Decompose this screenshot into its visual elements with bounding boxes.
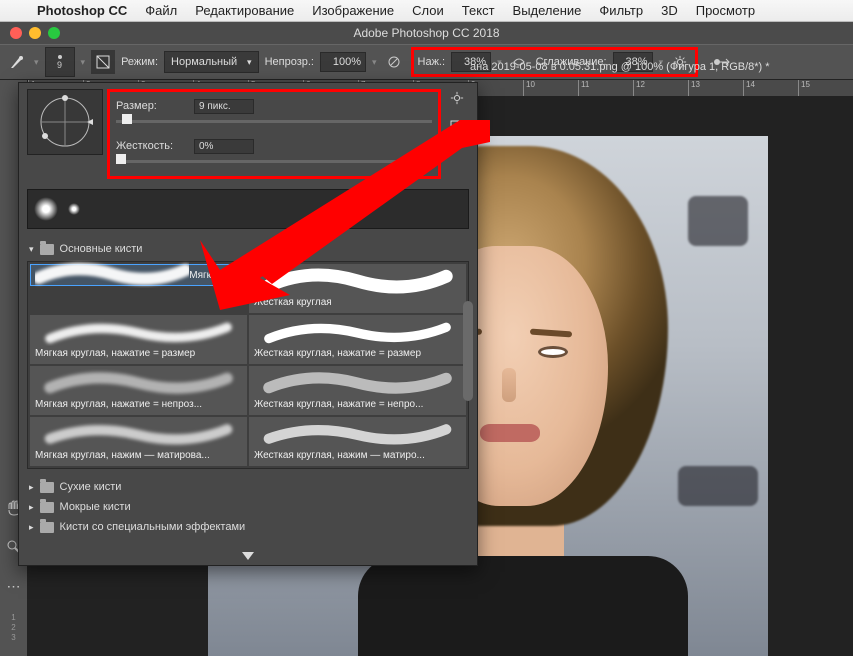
panel-scrollbar[interactable] [463, 301, 475, 537]
mac-menubar: Photoshop CC Файл Редактирование Изображ… [0, 0, 853, 22]
menu-3d[interactable]: 3D [652, 3, 687, 18]
ruler-numbers: 123 [11, 613, 15, 643]
folder-fx-brushes[interactable]: ▸ Кисти со специальными эффектами [27, 517, 469, 537]
disclosure-right-icon: ▸ [29, 522, 34, 533]
new-preset-icon[interactable] [450, 120, 464, 137]
recent-brushes-strip[interactable] [27, 189, 469, 229]
recent-brush-2[interactable] [68, 203, 80, 215]
folder-icon [40, 244, 54, 255]
opacity-input[interactable]: 100% [320, 52, 366, 72]
menu-filter[interactable]: Фильтр [590, 3, 652, 18]
recent-brush-1[interactable] [34, 197, 58, 221]
pressure-opacity-icon[interactable] [383, 51, 405, 73]
opacity-chevron-icon[interactable]: ▾ [372, 57, 377, 68]
blend-mode-value: Нормальный [171, 56, 241, 68]
app-title: Adobe Photoshop CC 2018 [353, 26, 499, 40]
menu-layers[interactable]: Слои [403, 3, 453, 18]
brush-thumb-hard-round[interactable]: Жесткая круглая [249, 264, 466, 313]
folder-icon [40, 482, 54, 493]
menu-edit[interactable]: Редактирование [186, 3, 303, 18]
mode-label: Режим: [121, 56, 158, 68]
menu-text[interactable]: Текст [453, 3, 504, 18]
app-titlebar: Adobe Photoshop CC 2018 [0, 22, 853, 44]
brush-tip-angle-preview[interactable] [27, 89, 103, 155]
folder-icon [40, 502, 54, 513]
brush-tool-icon[interactable] [6, 51, 28, 73]
brush-thumb-soft-round-pressure-size[interactable]: Мягкая круглая, нажатие = размер [30, 315, 247, 364]
window-controls [0, 27, 60, 39]
brush-thumbnails-grid: Мягкая круглая Жесткая круглая Мягкая кр… [27, 261, 469, 469]
brush-thumb-soft-round-pressure-opacity[interactable]: Мягкая круглая, нажатие = непроз... [30, 366, 247, 415]
brush-preset-panel: Размер: 9 пикс. Жесткость: 0% [18, 82, 478, 566]
flow-label: Наж.: [418, 56, 446, 68]
disclosure-right-icon: ▸ [29, 482, 34, 493]
size-slider[interactable] [116, 114, 432, 128]
brush-panel-toggle-icon[interactable] [91, 50, 115, 74]
document-tab-title[interactable]: ана 2019-05-08 в 0.05.31.png @ 100% (Фиг… [470, 61, 770, 73]
hardness-slider[interactable] [116, 154, 432, 168]
disclosure-down-icon: ▾ [29, 244, 34, 255]
brush-tree: ▾ Основные кисти Мягкая круглая Жесткая … [19, 235, 477, 547]
folder-main-brushes[interactable]: ▾ Основные кисти [27, 239, 469, 259]
blend-mode-select[interactable]: Нормальный ▾ [164, 51, 259, 73]
brush-thumb-hard-round-matte[interactable]: Жесткая круглая, нажим — матиро... [249, 417, 466, 466]
opacity-label: Непрозр.: [265, 56, 314, 68]
folder-dry-brushes[interactable]: ▸ Сухие кисти [27, 477, 469, 497]
menu-image[interactable]: Изображение [303, 3, 403, 18]
folder-wet-brushes[interactable]: ▸ Мокрые кисти [27, 497, 469, 517]
brush-size-number: 9 [57, 60, 62, 70]
folder-label: Основные кисти [60, 243, 143, 255]
zoom-window-button[interactable] [48, 27, 60, 39]
brush-preset-picker[interactable]: 9 [45, 47, 75, 77]
panel-resize-handle[interactable] [19, 547, 477, 565]
minimize-window-button[interactable] [29, 27, 41, 39]
brush-thumb-hard-round-pressure-size[interactable]: Жесткая круглая, нажатие = размер [249, 315, 466, 364]
menu-view[interactable]: Просмотр [687, 3, 764, 18]
disclosure-right-icon: ▸ [29, 502, 34, 513]
chevron-down-icon: ▾ [247, 57, 252, 68]
app-menu[interactable]: Photoshop CC [28, 3, 136, 18]
menu-file[interactable]: Файл [136, 3, 186, 18]
menu-select[interactable]: Выделение [504, 3, 591, 18]
edit-toolbar-icon[interactable]: ⋯ [7, 578, 21, 595]
folder-label: Мокрые кисти [60, 501, 131, 513]
size-label: Размер: [116, 100, 188, 112]
hardness-label: Жесткость: [116, 140, 188, 152]
hardness-value-input[interactable]: 0% [194, 139, 254, 154]
folder-label: Кисти со специальными эффектами [60, 521, 246, 533]
panel-gear-icon[interactable] [450, 91, 464, 108]
brush-thumb-soft-round-matte[interactable]: Мягкая круглая, нажим — матирова... [30, 417, 247, 466]
highlight-size-hardness: Размер: 9 пикс. Жесткость: 0% [107, 89, 441, 179]
folder-label: Сухие кисти [60, 481, 122, 493]
tool-chevron-icon[interactable]: ▾ [34, 57, 39, 68]
brush-thumb-hard-round-pressure-opacity[interactable]: Жесткая круглая, нажатие = непро... [249, 366, 466, 415]
close-window-button[interactable] [10, 27, 22, 39]
folder-icon [40, 522, 54, 533]
brush-thumb-soft-round[interactable]: Мягкая круглая [30, 264, 247, 286]
brush-chevron-icon[interactable]: ▾ [81, 57, 86, 68]
size-value-input[interactable]: 9 пикс. [194, 99, 254, 114]
